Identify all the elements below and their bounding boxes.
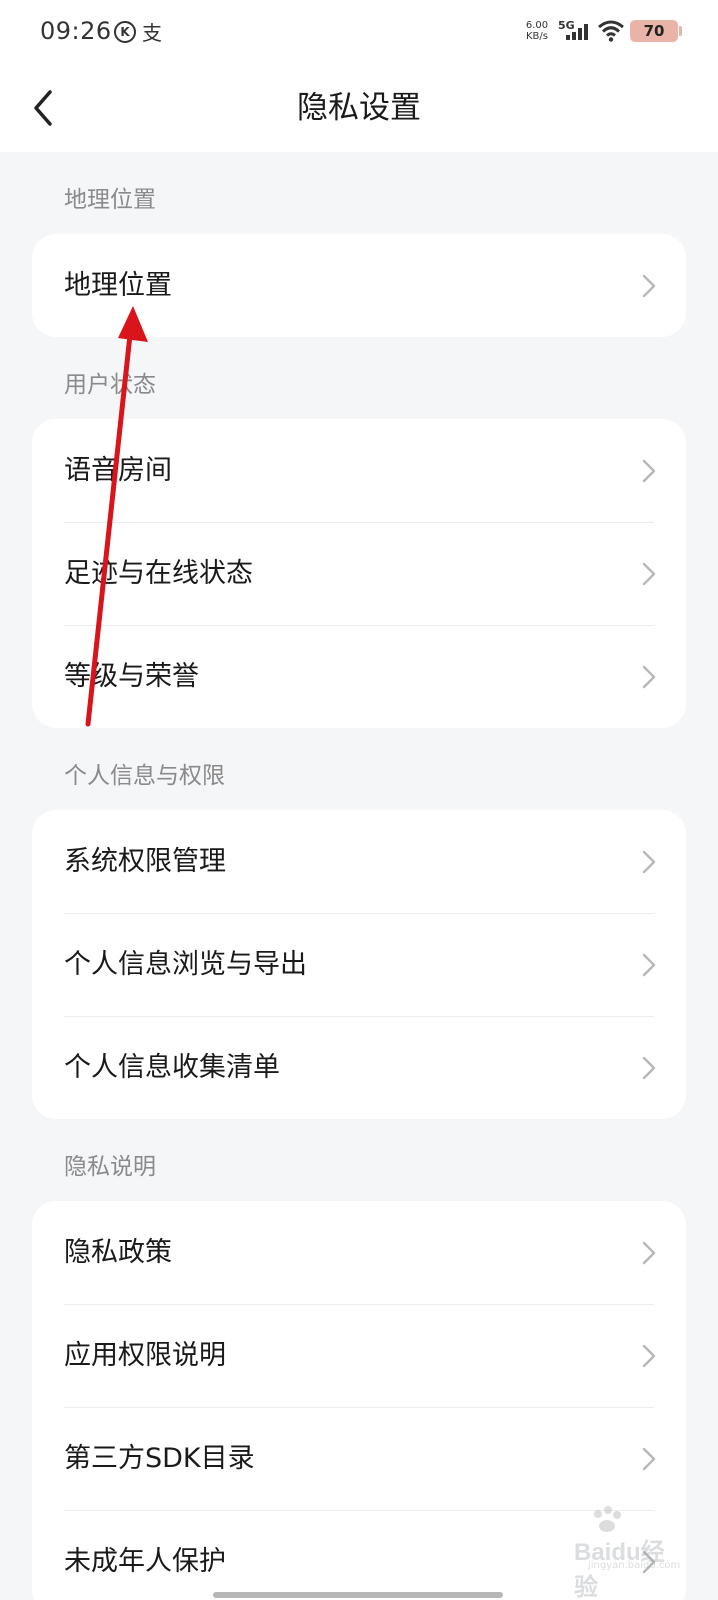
row-label: 个人信息收集清单: [64, 1052, 280, 1083]
k-app-icon: K: [114, 21, 136, 43]
card-user-status: 语音房间 足迹与在线状态 等级与荣誉: [32, 419, 686, 728]
status-bar: 09:26 K 支 6.00 KB/s 5G 70: [0, 0, 718, 64]
row-location[interactable]: 地理位置: [32, 234, 686, 337]
nav-bar: 隐私设置: [0, 64, 718, 152]
row-voice-room[interactable]: 语音房间: [32, 419, 686, 522]
chevron-left-icon: [34, 90, 52, 126]
card-personal-info: 系统权限管理 个人信息浏览与导出 个人信息收集清单: [32, 810, 686, 1119]
row-label: 应用权限说明: [64, 1340, 226, 1371]
cellular-signal-icon: [566, 24, 588, 40]
row-info-browse-export[interactable]: 个人信息浏览与导出: [32, 913, 686, 1016]
section-header-privacy-notes: 隐私说明: [64, 1154, 156, 1180]
chevron-right-icon: [642, 562, 656, 586]
privacy-settings-screen: 09:26 K 支 6.00 KB/s 5G 70 隐私设置 地理位置 地理位置…: [0, 0, 718, 1600]
row-info-collection-list[interactable]: 个人信息收集清单: [32, 1016, 686, 1119]
row-system-permissions[interactable]: 系统权限管理: [32, 810, 686, 913]
pay-app-icon: 支: [142, 21, 162, 45]
row-footprint-online-status[interactable]: 足迹与在线状态: [32, 522, 686, 625]
chevron-right-icon: [642, 1447, 656, 1471]
chevron-right-icon: [642, 665, 656, 689]
page-title: 隐私设置: [297, 90, 421, 126]
row-privacy-policy[interactable]: 隐私政策: [32, 1201, 686, 1304]
section-header-personal-info: 个人信息与权限: [64, 763, 225, 789]
row-label: 语音房间: [64, 455, 172, 486]
network-speed-unit: KB/s: [526, 31, 548, 42]
row-label: 地理位置: [64, 270, 172, 301]
card-location: 地理位置: [32, 234, 686, 337]
settings-list: 地理位置 地理位置 用户状态 语音房间 足迹与在线状态 等级与荣誉 个人信息与权…: [0, 152, 718, 1600]
battery-tip: [679, 26, 682, 36]
chevron-right-icon: [642, 459, 656, 483]
battery-indicator: 70: [630, 20, 678, 42]
watermark-sub: jingyan.baidu.com: [588, 1560, 681, 1571]
baidu-watermark: Baidu经验 jingyan.baidu.com: [546, 1506, 686, 1600]
chevron-right-icon: [642, 1056, 656, 1080]
row-label: 等级与荣誉: [64, 661, 199, 692]
chevron-right-icon: [642, 850, 656, 874]
chevron-right-icon: [642, 1344, 656, 1368]
row-level-honor[interactable]: 等级与荣誉: [32, 625, 686, 728]
row-label: 隐私政策: [64, 1237, 172, 1268]
chevron-right-icon: [642, 1241, 656, 1265]
back-button[interactable]: [24, 82, 72, 134]
chevron-right-icon: [642, 274, 656, 298]
network-speed: 6.00 KB/s: [522, 20, 552, 42]
chevron-right-icon: [642, 953, 656, 977]
network-speed-value: 6.00: [525, 20, 549, 31]
row-app-permissions[interactable]: 应用权限说明: [32, 1304, 686, 1407]
row-label: 未成年人保护: [64, 1546, 226, 1577]
home-indicator[interactable]: [213, 1592, 503, 1598]
wifi-icon: [598, 20, 624, 42]
status-time: 09:26: [40, 17, 112, 45]
row-label: 个人信息浏览与导出: [64, 949, 307, 980]
section-header-location: 地理位置: [64, 187, 156, 213]
row-label: 足迹与在线状态: [64, 558, 253, 589]
row-label: 系统权限管理: [64, 846, 226, 877]
row-label: 第三方SDK目录: [64, 1443, 255, 1474]
row-third-party-sdk[interactable]: 第三方SDK目录: [32, 1407, 686, 1510]
section-header-user-status: 用户状态: [64, 372, 156, 398]
